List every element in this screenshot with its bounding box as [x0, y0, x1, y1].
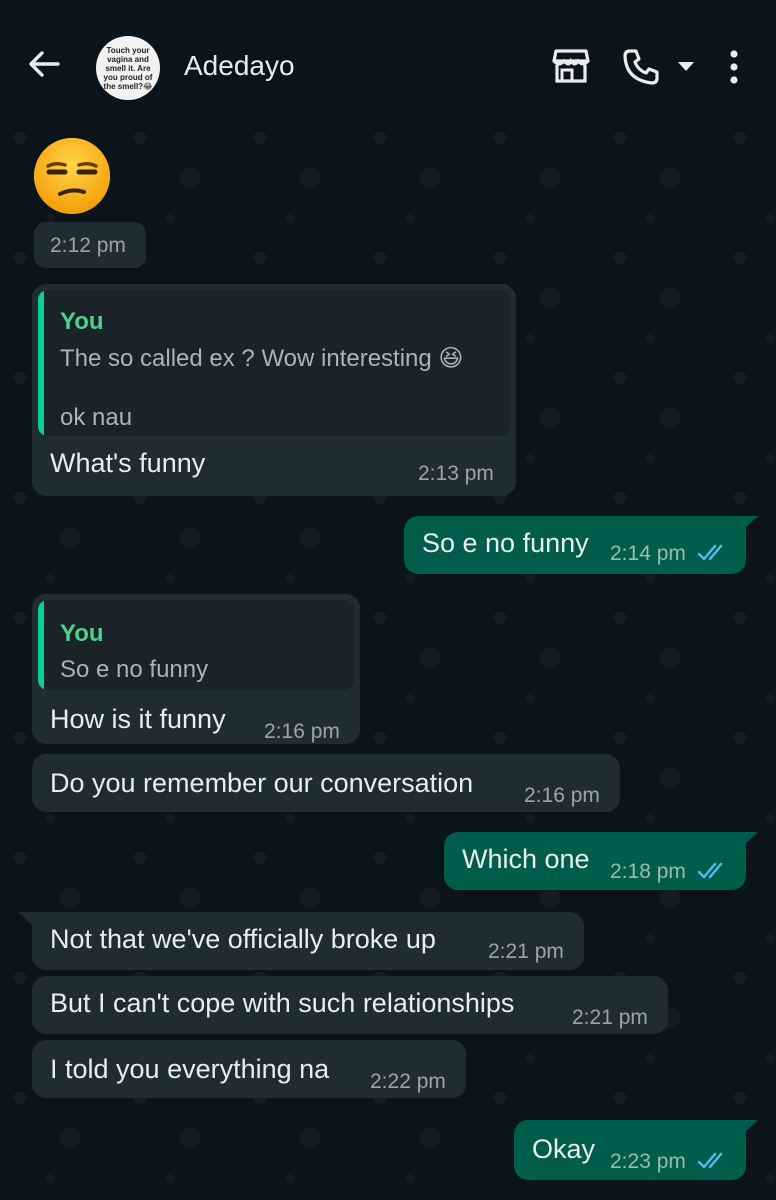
outgoing-message[interactable]: Which one 2:18 pm	[444, 832, 746, 890]
quote-accent-bar	[38, 290, 44, 436]
outgoing-message[interactable]: Okay 2:23 pm	[514, 1120, 746, 1180]
incoming-message[interactable]: But I can't cope with such relationships…	[32, 976, 668, 1034]
message-time: 2:16 pm	[524, 784, 600, 807]
message-text: How is it funny	[50, 704, 226, 734]
bubble-tail	[744, 1120, 758, 1133]
quote-text: The so called ex ? Wow interesting 😆	[60, 345, 464, 372]
message-text: Do you remember our conversation	[50, 768, 474, 798]
double-check-icon	[698, 862, 723, 879]
message-text: Okay	[532, 1134, 596, 1164]
quote-accent-bar	[38, 600, 44, 690]
caret-down-icon[interactable]	[678, 62, 694, 72]
unamused-face-emoji	[34, 138, 110, 214]
more-vertical-icon[interactable]	[728, 50, 740, 84]
message-text: What's funny	[50, 448, 206, 478]
incoming-message[interactable]: I told you everything na 2:22 pm	[32, 1040, 466, 1098]
quote-text: ok nau	[60, 404, 133, 431]
store-icon[interactable]	[552, 48, 590, 84]
message-time: 2:23 pm	[610, 1150, 686, 1173]
chat-area[interactable]: 2:12 pm You The so called ex ? Wow inter…	[0, 118, 776, 1200]
double-check-icon	[698, 1152, 723, 1169]
contact-name[interactable]: Adedayo	[184, 50, 295, 82]
message-time: 2:21 pm	[572, 1006, 648, 1029]
bubble-tail	[744, 516, 758, 529]
message-time: 2:13 pm	[418, 462, 494, 485]
quoted-message[interactable]: You So e no funny	[38, 600, 354, 690]
message-time: 2:12 pm	[50, 234, 126, 257]
incoming-message[interactable]: You The so called ex ? Wow interesting 😆…	[32, 284, 516, 496]
message-text: I told you everything na	[50, 1054, 330, 1084]
outgoing-message[interactable]: So e no funny 2:14 pm	[404, 516, 746, 574]
avatar[interactable]: Touch your vagina and smell it. Are you …	[96, 36, 160, 100]
bubble-tail	[18, 912, 32, 925]
quoted-message[interactable]: You The so called ex ? Wow interesting 😆…	[38, 290, 510, 436]
message-time: 2:21 pm	[488, 940, 564, 963]
message-time: 2:14 pm	[610, 542, 686, 565]
bubble-tail	[744, 832, 758, 845]
chat-header: Touch your vagina and smell it. Are you …	[0, 0, 776, 118]
message-time: 2:18 pm	[610, 860, 686, 883]
message-text: But I can't cope with such relationships	[50, 988, 515, 1018]
quote-author: You	[60, 308, 104, 335]
avatar-text: Touch your vagina and smell it. Are you …	[103, 45, 153, 91]
incoming-message[interactable]: You So e no funny How is it funny 2:16 p…	[32, 594, 360, 744]
message-text: Which one	[462, 844, 590, 874]
message-time-chip: 2:12 pm	[34, 222, 146, 268]
message-text: Not that we've officially broke up	[50, 924, 436, 954]
message-time: 2:22 pm	[370, 1070, 446, 1093]
quote-author: You	[60, 620, 104, 647]
incoming-message[interactable]: Do you remember our conversation 2:16 pm	[32, 754, 620, 812]
quote-text: So e no funny	[60, 656, 209, 683]
message-text: So e no funny	[422, 528, 589, 558]
back-arrow-icon[interactable]	[24, 44, 64, 84]
incoming-message[interactable]: Not that we've officially broke up 2:21 …	[32, 912, 584, 970]
phone-icon[interactable]	[622, 48, 660, 86]
double-check-icon	[698, 544, 723, 561]
message-time: 2:16 pm	[264, 720, 340, 743]
